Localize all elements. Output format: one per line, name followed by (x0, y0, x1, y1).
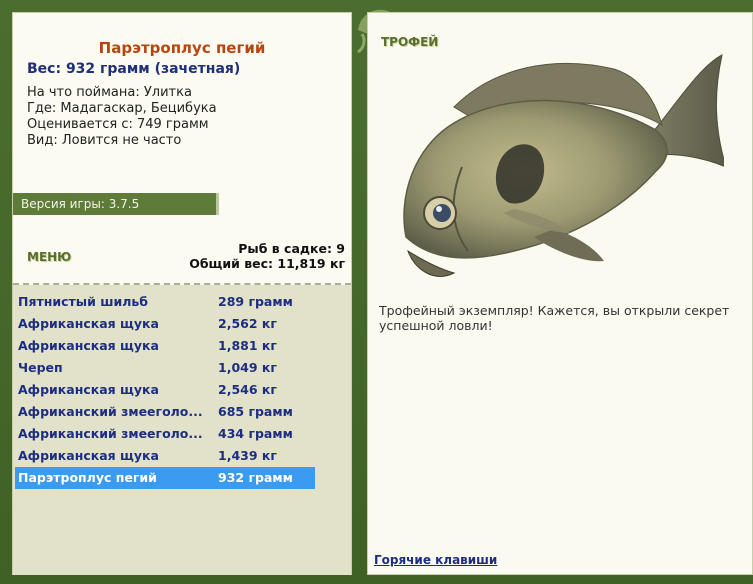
total-weight: Общий вес: 11,819 кг (189, 256, 345, 271)
list-item[interactable]: Африканский змееголо... 685 грамм (15, 401, 315, 423)
fish-weight-value: 1,049 кг (218, 360, 277, 375)
fish-name: Череп (18, 360, 63, 375)
trophy-label: ТРОФЕЙ (381, 35, 439, 49)
fish-info-panel: Парэтроплус пегий Вес: 932 грамм (зачетн… (12, 12, 352, 575)
fish-picture (403, 54, 724, 277)
list-item[interactable]: Африканский змееголо... 434 грамм (15, 423, 315, 445)
catch-stats: Рыб в садке: 9 Общий вес: 11,819 кг (189, 241, 345, 271)
list-item[interactable]: Африканская щука 2,562 кг (15, 313, 315, 335)
fish-weight-value: 289 грамм (218, 294, 293, 309)
location-info: Где: Мадагаскар, Бецибука (27, 101, 217, 116)
fish-weight-value: 2,546 кг (218, 382, 277, 397)
trophy-panel: ТРОФЕЙ Трофейный экземпляр! Кажется, вы … (367, 12, 753, 575)
trophy-description: Трофейный экземпляр! Кажется, вы открыли… (379, 303, 730, 333)
menu-button[interactable]: МЕНЮ (27, 250, 71, 264)
min-weight-info: Оценивается с: 749 грамм (27, 117, 209, 132)
fish-title: Парэтроплус пегий (98, 39, 266, 57)
fish-name: Парэтроплус пегий (18, 470, 157, 485)
fish-weight-value: 685 грамм (218, 404, 293, 419)
fish-name: Африканская щука (18, 448, 159, 463)
fish-name: Пятнистый шильб (18, 294, 149, 309)
bait-info: На что поймана: Улитка (27, 85, 192, 100)
fish-weight-value: 434 грамм (218, 426, 293, 441)
fish-name: Африканская щука (18, 382, 159, 397)
list-item[interactable]: Пятнистый шильб 289 грамм (15, 291, 315, 313)
fish-weight-value: 2,562 кг (218, 316, 277, 331)
fish-name: Африканский змееголо... (18, 426, 203, 441)
fish-weight-value: 1,439 кг (218, 448, 277, 463)
list-item[interactable]: Африканская щука 1,881 кг (15, 335, 315, 357)
fish-name: Африканская щука (18, 338, 159, 353)
fish-count: Рыб в садке: 9 (238, 241, 345, 256)
list-item-selected[interactable]: Парэтроплус пегий 932 грамм (15, 467, 315, 489)
catch-list: Пятнистый шильб 289 грамм Африканская щу… (13, 285, 351, 575)
list-item[interactable]: Африканская щука 2,546 кг (15, 379, 315, 401)
hotkeys-link[interactable]: Горячие клавиши (374, 553, 497, 567)
fish-name: Африканская щука (18, 316, 159, 331)
fish-weight-value: 932 грамм (218, 470, 293, 485)
species-info: Вид: Ловится не часто (27, 133, 182, 148)
fish-details: Парэтроплус пегий Вес: 932 грамм (зачетн… (13, 13, 351, 283)
list-item[interactable]: Череп 1,049 кг (15, 357, 315, 379)
version-bar: Версия игры: 3.7.5 (13, 193, 219, 215)
fish-name: Африканский змееголо... (18, 404, 203, 419)
fish-weight: Вес: 932 грамм (зачетная) (27, 61, 241, 77)
list-item[interactable]: Африканская щука 1,439 кг (15, 445, 315, 467)
fish-weight-value: 1,881 кг (218, 338, 277, 353)
